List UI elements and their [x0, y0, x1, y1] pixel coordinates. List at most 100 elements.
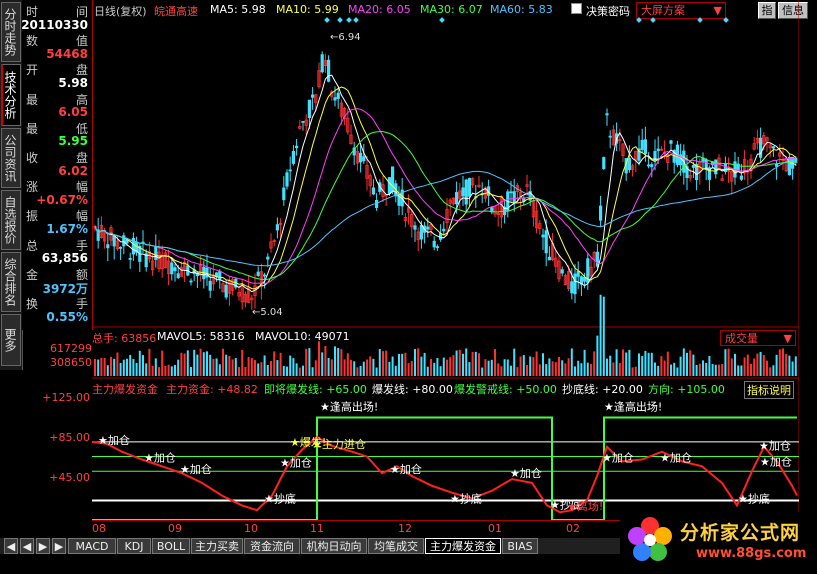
annotation-peak: ★逢高出场! [320, 400, 378, 414]
tab-time-sharing[interactable]: 分时走势 [1, 2, 21, 62]
tab-机构日动向[interactable]: 机构日动向 [301, 538, 367, 554]
tab-主力爆发资金[interactable]: 主力爆发资金 [425, 538, 501, 554]
volume-indicator-dropdown[interactable]: 成交量 ▼ [720, 330, 796, 346]
scroll-next-icon[interactable]: ▶ [36, 538, 50, 554]
tab-主力买卖[interactable]: 主力买卖 [191, 538, 243, 554]
volume-dropdown-label: 成交量 [725, 332, 758, 345]
candle-body [310, 94, 315, 98]
tab-ranking[interactable]: 综合排名 [1, 252, 21, 312]
indicator-tick-125: +125.00 [42, 391, 90, 404]
indicator-help-button[interactable]: 指标说明 [744, 381, 794, 399]
tab-均笔成交[interactable]: 均笔成交 [368, 538, 424, 554]
tab-资金流向[interactable]: 资金流向 [244, 538, 300, 554]
candle-body [285, 172, 289, 187]
candle-body [291, 151, 295, 164]
candle-body [256, 271, 260, 277]
candle-body [570, 281, 574, 294]
signal-diamond [346, 17, 352, 23]
tab-BIAS[interactable]: BIAS [502, 538, 538, 554]
x-axis-tick: 12 [398, 522, 412, 535]
scroll-last-icon[interactable]: ▶ [52, 538, 66, 554]
candle-body [173, 267, 177, 272]
legend-burst-line: 爆发线: +80.00 [372, 383, 453, 396]
candle-body [669, 140, 673, 144]
vertical-tab-bar: 分时走势 技术分析 公司资讯 自选报价 综合排名 更多 [0, 0, 23, 370]
candle-body [125, 239, 129, 244]
annotation-add: ★加仓 [180, 462, 212, 476]
tab-technical-analysis[interactable]: 技术分析 [1, 64, 21, 126]
candle-body [435, 246, 440, 249]
tab-watchlist[interactable]: 自选报价 [1, 190, 21, 250]
info-value: 0.55% [46, 309, 88, 324]
tab-KDJ[interactable]: KDJ [117, 538, 151, 554]
candle-body [205, 267, 209, 278]
candle-body [333, 97, 337, 101]
x-axis-tick: 08 [92, 522, 106, 535]
signal-diamond [650, 17, 656, 23]
candle-body [650, 164, 654, 168]
candle-body [154, 245, 158, 260]
signal-diamond [324, 17, 330, 23]
chart-canvas: ←6.94←5.04★加仓★加仓★加仓★抄底★加仓★爆发!★主力进仓★逢高出场!… [92, 0, 799, 520]
volume-total-label: 总手: 63856 [92, 332, 157, 345]
annotation-bottom: ★抄底 [450, 491, 482, 505]
indicator-tick-85: +85.00 [49, 431, 90, 444]
candle-body [640, 139, 644, 150]
signal-diamond [636, 17, 642, 23]
candle-body [442, 228, 446, 232]
candle-body [643, 139, 648, 155]
candle-body [627, 158, 632, 170]
candle-body [419, 225, 424, 240]
candle-body [307, 99, 311, 118]
candle-body [189, 280, 193, 283]
candle-body [541, 234, 545, 238]
candle-body [512, 191, 516, 204]
candle-body [336, 92, 340, 99]
signal-diamond [723, 17, 729, 23]
tab-company-news[interactable]: 公司资讯 [1, 128, 21, 188]
info-value: 6.02 [58, 163, 88, 178]
candle-body [454, 192, 459, 205]
indicator-name: 主力爆发资金 [92, 383, 158, 396]
candle-body [739, 175, 744, 180]
chevron-down-icon: ▼ [783, 332, 792, 345]
candle-body [301, 120, 305, 123]
volume-tick-high: 617299 [50, 342, 92, 355]
candle-body [432, 240, 436, 248]
info-value: 63,856 [41, 251, 88, 266]
signal-diamond [697, 17, 703, 23]
tab-more[interactable]: 更多 [1, 314, 21, 366]
annotation-add: ★加仓 [602, 450, 634, 464]
x-axis-tick: 09 [168, 522, 182, 535]
candle-body [262, 274, 267, 277]
info-value: 1.67% [46, 222, 88, 236]
candle-body [358, 152, 363, 163]
signal-diamond [439, 17, 445, 23]
annotation-add: ★加仓 [660, 450, 692, 464]
signal-diamond [353, 17, 359, 23]
candle-body [176, 273, 180, 279]
candle-body [467, 178, 472, 197]
tab-BOLL[interactable]: BOLL [152, 538, 190, 554]
candle-body [387, 177, 392, 194]
scroll-prev-icon[interactable]: ◀ [20, 538, 34, 554]
candle-body [218, 270, 222, 280]
candle-body [413, 225, 417, 230]
candle-body [426, 226, 430, 230]
annotation-add: ★加仓 [760, 454, 792, 468]
info-value: +0.67% [36, 192, 88, 207]
candle-body [723, 163, 728, 173]
tab-MACD[interactable]: MACD [68, 538, 116, 554]
candle-body [208, 280, 212, 291]
candle-body [112, 235, 116, 247]
candle-body [691, 164, 696, 168]
annotation-add: ★加仓 [390, 462, 422, 476]
scroll-first-icon[interactable]: ◀ [4, 538, 18, 554]
candle-body [128, 257, 132, 260]
annotation-bottom: ★抄底 [738, 491, 770, 505]
high-price-label: ←6.94 [330, 32, 361, 43]
quote-info-panel: 时间 20110330 数值 54468 开盘 5.98 最高 6.05 最低 5.95 收盘 6.0… [21, 0, 93, 330]
annotation-exit: ★离场! [567, 499, 603, 513]
candle-body [704, 159, 708, 169]
candle-body [371, 187, 376, 195]
